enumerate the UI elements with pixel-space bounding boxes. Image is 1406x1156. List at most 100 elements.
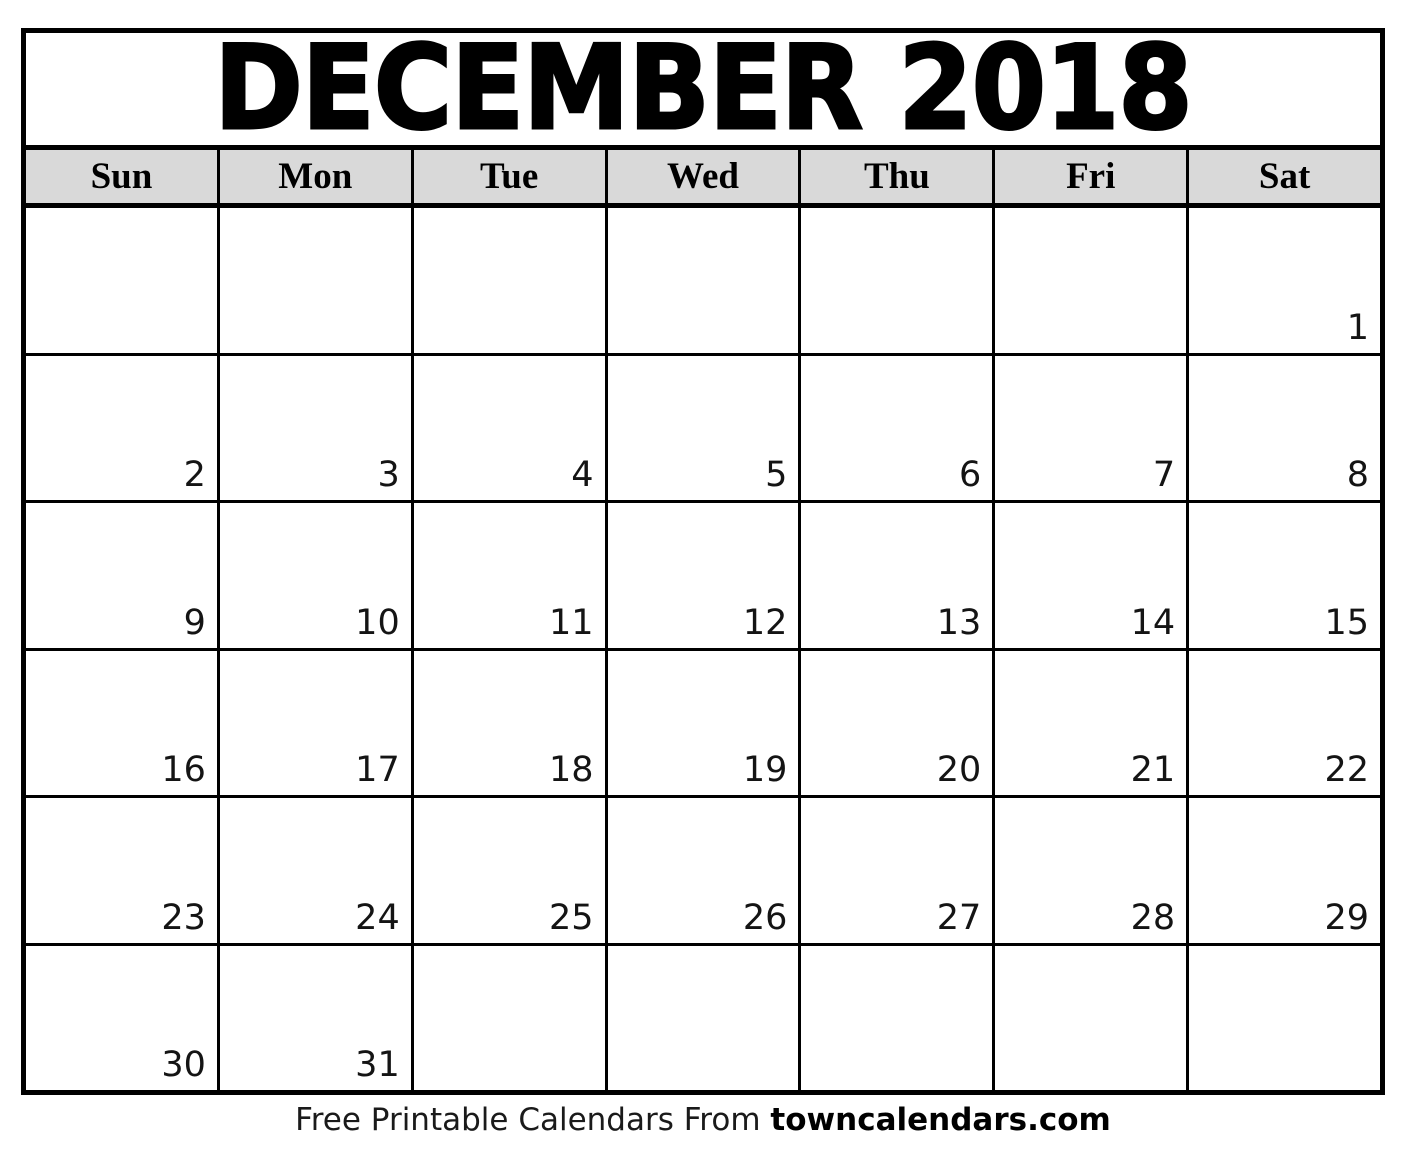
day-grid: 1 2 3 4 5 6 7 8 9 10 11 12 13 14 15 16 1…: [26, 208, 1381, 1090]
weekday-label: Thu: [863, 156, 930, 197]
day-cell[interactable]: 29: [1189, 798, 1381, 943]
day-cell[interactable]: 28: [995, 798, 1190, 943]
week-row: 9 10 11 12 13 14 15: [26, 503, 1381, 651]
day-number: 21: [1130, 750, 1176, 790]
day-cell[interactable]: 23: [26, 798, 220, 943]
day-cell[interactable]: 17: [219, 650, 414, 795]
day-cell[interactable]: [801, 945, 996, 1090]
day-cell[interactable]: 10: [219, 503, 414, 648]
day-cell[interactable]: 22: [1189, 650, 1381, 795]
day-number: 4: [571, 455, 594, 495]
weekday-header-wed: Wed: [607, 150, 802, 203]
day-cell[interactable]: 21: [995, 650, 1190, 795]
day-cell[interactable]: 16: [26, 650, 220, 795]
day-cell[interactable]: [607, 945, 802, 1090]
day-cell[interactable]: 20: [801, 650, 996, 795]
day-number: 24: [355, 897, 400, 938]
day-cell[interactable]: 1: [1189, 208, 1381, 353]
day-cell[interactable]: [801, 208, 996, 353]
day-cell[interactable]: 8: [1189, 355, 1381, 500]
weekday-header-tue: Tue: [413, 150, 608, 203]
weekday-label: Fri: [1066, 156, 1116, 197]
day-number: 20: [936, 750, 982, 790]
day-number: 3: [377, 455, 400, 495]
day-number: 17: [355, 750, 400, 790]
day-cell[interactable]: 31: [219, 945, 414, 1090]
day-number: 1: [1346, 307, 1370, 348]
day-cell[interactable]: [413, 945, 608, 1090]
day-number: 10: [355, 602, 400, 643]
day-cell[interactable]: [26, 208, 220, 353]
weekday-label: Sun: [90, 156, 153, 197]
weekday-label: Wed: [667, 156, 739, 197]
day-cell[interactable]: 12: [607, 503, 802, 648]
day-number: 16: [161, 750, 206, 790]
day-cell[interactable]: [995, 945, 1190, 1090]
weekday-header-row: Sun Mon Tue Wed Thu Fri Sat: [26, 150, 1381, 208]
day-cell[interactable]: 11: [413, 503, 608, 648]
day-number: 5: [765, 455, 788, 495]
day-number: 23: [161, 897, 206, 938]
calendar-page: DECEMBER 2018 Sun Mon Tue Wed Thu Fri Sa…: [0, 0, 1406, 1156]
day-cell[interactable]: 18: [413, 650, 608, 795]
day-number: 27: [936, 897, 982, 938]
day-cell[interactable]: [219, 208, 414, 353]
day-number: 22: [1324, 750, 1370, 790]
footer-credit: Free Printable Calendars From towncalend…: [0, 1101, 1406, 1139]
day-number: 29: [1324, 897, 1370, 938]
weekday-header-thu: Thu: [801, 150, 996, 203]
day-number: 15: [1324, 602, 1370, 643]
day-cell[interactable]: 25: [413, 798, 608, 943]
day-number: 7: [1152, 455, 1176, 495]
day-cell[interactable]: 3: [219, 355, 414, 500]
day-cell[interactable]: 14: [995, 503, 1190, 648]
day-number: 8: [1346, 455, 1370, 495]
week-row: 1: [26, 208, 1381, 356]
day-number: 13: [936, 602, 982, 643]
footer-text: Free Printable Calendars From: [295, 1102, 771, 1138]
weekday-label: Sat: [1258, 156, 1311, 197]
day-number: 31: [355, 1045, 400, 1085]
day-cell[interactable]: 2: [26, 355, 220, 500]
day-number: 14: [1130, 602, 1176, 643]
week-row: 16 17 18 19 20 21 22: [26, 650, 1381, 798]
calendar-frame: DECEMBER 2018 Sun Mon Tue Wed Thu Fri Sa…: [21, 28, 1385, 1095]
day-number: 28: [1130, 897, 1176, 938]
day-number: 12: [742, 602, 788, 643]
day-number: 2: [183, 455, 206, 495]
day-cell[interactable]: 19: [607, 650, 802, 795]
page-title: DECEMBER 2018: [213, 33, 1194, 150]
day-cell[interactable]: 26: [607, 798, 802, 943]
day-cell[interactable]: 6: [801, 355, 996, 500]
day-number: 19: [742, 750, 788, 790]
week-row: 23 24 25 26 27 28 29: [26, 798, 1381, 946]
day-cell[interactable]: [413, 208, 608, 353]
day-number: 11: [549, 602, 594, 643]
day-cell[interactable]: 15: [1189, 503, 1381, 648]
day-cell[interactable]: 27: [801, 798, 996, 943]
day-cell[interactable]: 5: [607, 355, 802, 500]
weekday-header-mon: Mon: [219, 150, 414, 203]
day-number: 26: [742, 897, 788, 938]
day-number: 30: [161, 1045, 206, 1085]
day-cell[interactable]: 7: [995, 355, 1190, 500]
footer-brand-link[interactable]: towncalendars.com: [770, 1102, 1110, 1138]
day-cell[interactable]: [607, 208, 802, 353]
day-cell[interactable]: 4: [413, 355, 608, 500]
day-cell[interactable]: 30: [26, 945, 220, 1090]
day-number: 18: [549, 750, 594, 790]
weekday-header-fri: Fri: [995, 150, 1190, 203]
day-cell[interactable]: [1189, 945, 1381, 1090]
day-number: 9: [183, 602, 206, 643]
day-cell[interactable]: 9: [26, 503, 220, 648]
day-cell[interactable]: 13: [801, 503, 996, 648]
week-row: 2 3 4 5 6 7 8: [26, 355, 1381, 503]
weekday-label: Tue: [480, 156, 539, 197]
weekday-header-sat: Sat: [1189, 150, 1381, 203]
day-cell[interactable]: 24: [219, 798, 414, 943]
calendar-title-band: DECEMBER 2018: [26, 33, 1380, 150]
day-number: 25: [549, 897, 594, 938]
day-cell[interactable]: [995, 208, 1190, 353]
day-number: 6: [959, 455, 982, 495]
weekday-label: Mon: [278, 156, 353, 197]
